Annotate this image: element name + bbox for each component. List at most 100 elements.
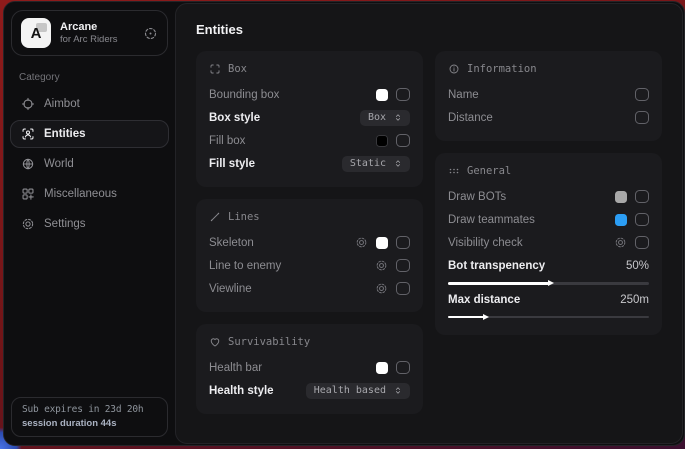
sidebar-item-world[interactable]: World [10, 150, 169, 178]
row-draw-bots: Draw BOTs [448, 186, 649, 207]
unfold-icon [393, 385, 403, 396]
survivability-card: Survivability Health bar Health style [196, 324, 423, 414]
sidebar-item-settings[interactable]: Settings [10, 210, 169, 238]
row-label: Visibility check [448, 237, 523, 249]
category-label: Category [19, 72, 160, 83]
card-title: Lines [228, 211, 260, 223]
fill-style-select[interactable]: Static [342, 156, 410, 172]
row-bounding-box: Bounding box [209, 84, 410, 105]
sidebar: A Arcane for Arc Riders Category Aimbot [4, 2, 175, 445]
information-card: Information Name Distance [435, 51, 662, 141]
bounding-box-color-swatch[interactable] [376, 89, 388, 101]
max-distance-slider[interactable] [448, 316, 649, 319]
skeleton-color-swatch[interactable] [376, 237, 388, 249]
unfold-icon [393, 158, 403, 169]
gear-icon [21, 217, 35, 231]
row-max-distance: Max distance 250m [448, 291, 649, 309]
box-style-select[interactable]: Box [360, 110, 410, 126]
row-label: Box style [209, 112, 260, 124]
brand-title: Arcane [60, 21, 118, 33]
line-to-enemy-settings-gear-icon[interactable] [375, 259, 388, 272]
row-label: Name [448, 89, 479, 101]
brand-subtitle: for Arc Riders [60, 34, 118, 45]
draw-teammates-color-swatch[interactable] [615, 214, 627, 226]
row-label: Draw teammates [448, 214, 535, 226]
viewline-checkbox[interactable] [396, 282, 410, 295]
brand-initial: A [31, 25, 42, 42]
sidebar-item-label: Miscellaneous [44, 188, 117, 200]
health-bar-checkbox[interactable] [396, 361, 410, 374]
skeleton-checkbox[interactable] [396, 236, 410, 249]
visibility-check-checkbox[interactable] [635, 236, 649, 249]
draw-bots-color-swatch[interactable] [615, 191, 627, 203]
row-label: Distance [448, 112, 493, 124]
subscription-panel: Sub expires in 23d 20h session duration … [11, 397, 168, 437]
main-panel: Entities Box Bounding box [175, 3, 683, 444]
viewline-settings-gear-icon[interactable] [375, 282, 388, 295]
fill-box-checkbox[interactable] [396, 134, 410, 147]
globe-icon [21, 157, 35, 171]
health-style-select[interactable]: Health based [306, 383, 410, 399]
row-label: Bounding box [209, 89, 279, 101]
line-to-enemy-checkbox[interactable] [396, 259, 410, 272]
draw-bots-checkbox[interactable] [635, 190, 649, 203]
row-label: Line to enemy [209, 260, 281, 272]
brand-card: A Arcane for Arc Riders [11, 10, 168, 56]
card-title: Box [228, 63, 247, 75]
info-icon [448, 63, 460, 75]
fill-style-value: Static [350, 158, 386, 169]
row-draw-teammates: Draw teammates [448, 209, 649, 230]
row-label: Max distance [448, 294, 520, 306]
row-box-style: Box style Box [209, 107, 410, 128]
reticle-icon[interactable] [143, 26, 158, 41]
fill-box-color-swatch[interactable] [376, 135, 388, 147]
heart-icon [209, 336, 221, 348]
box-card: Box Bounding box Box style Box [196, 51, 423, 187]
sub-expiry-text: Sub expires in 23d 20h [22, 404, 157, 415]
page-title: Entities [196, 22, 662, 37]
card-title: Survivability [228, 336, 310, 348]
unfold-icon [393, 112, 403, 123]
row-label: Health bar [209, 362, 262, 374]
modules-grid-icon [21, 187, 35, 201]
app-window: A Arcane for Arc Riders Category Aimbot [3, 1, 685, 446]
row-health-style: Health style Health based [209, 380, 410, 401]
health-bar-color-swatch[interactable] [376, 362, 388, 374]
name-checkbox[interactable] [635, 88, 649, 101]
card-title: General [467, 165, 511, 177]
skeleton-settings-gear-icon[interactable] [355, 236, 368, 249]
sidebar-item-miscellaneous[interactable]: Miscellaneous [10, 180, 169, 208]
row-label: Skeleton [209, 237, 254, 249]
card-title: Information [467, 63, 537, 75]
sidebar-item-label: Aimbot [44, 98, 80, 110]
box-corners-icon [209, 63, 221, 75]
sidebar-nav: Aimbot Entities World Miscellaneous [4, 89, 175, 239]
row-label: Fill box [209, 135, 245, 147]
max-distance-slider-fill[interactable] [448, 316, 484, 319]
entities-icon [21, 127, 35, 141]
bounding-box-checkbox[interactable] [396, 88, 410, 101]
row-label: Bot transpenency [448, 260, 545, 272]
visibility-check-settings-gear-icon[interactable] [614, 236, 627, 249]
sidebar-item-label: Entities [44, 128, 86, 140]
row-line-to-enemy: Line to enemy [209, 255, 410, 276]
bot-transparency-slider[interactable] [448, 282, 649, 285]
sidebar-item-entities[interactable]: Entities [10, 120, 169, 148]
lines-card: Lines Skeleton Line to enemy [196, 199, 423, 312]
bot-transparency-slider-fill[interactable] [448, 282, 549, 285]
general-card: General Draw BOTs Draw teammates [435, 153, 662, 335]
dots-grid-icon [448, 165, 460, 177]
session-duration-text: session duration 44s [22, 418, 157, 429]
row-distance: Distance [448, 107, 649, 128]
distance-checkbox[interactable] [635, 111, 649, 124]
draw-teammates-checkbox[interactable] [635, 213, 649, 226]
row-label: Viewline [209, 283, 252, 295]
health-style-value: Health based [314, 385, 386, 396]
row-label: Draw BOTs [448, 191, 506, 203]
row-label: Health style [209, 385, 274, 397]
bot-transparency-value: 50% [626, 260, 649, 272]
sidebar-item-label: Settings [44, 218, 86, 230]
sidebar-item-aimbot[interactable]: Aimbot [10, 90, 169, 118]
row-name: Name [448, 84, 649, 105]
diagonal-line-icon [209, 211, 221, 223]
